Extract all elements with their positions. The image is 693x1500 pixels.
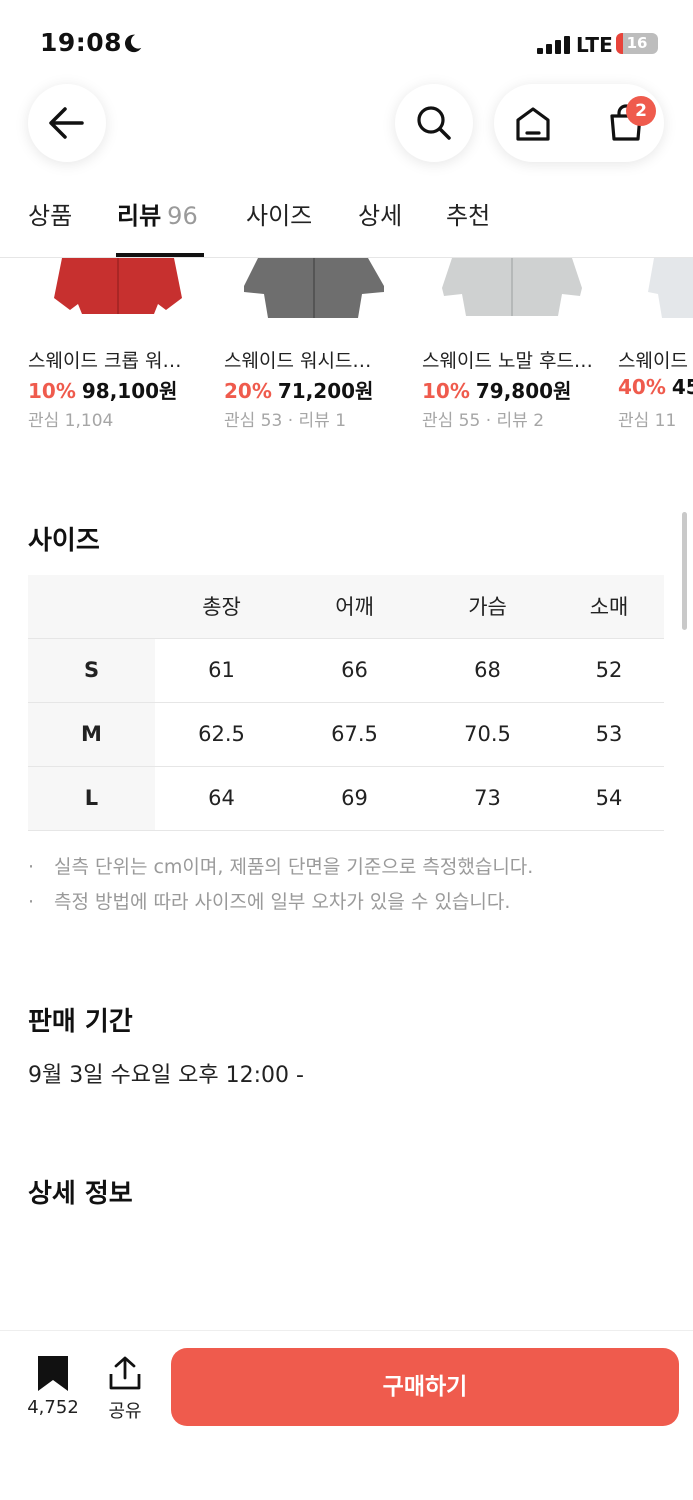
share-icon — [109, 1356, 141, 1390]
tab-size[interactable]: 사이즈 — [246, 196, 312, 231]
search-button[interactable] — [395, 84, 473, 162]
price-value: 98,100원 — [81, 379, 178, 403]
product-meta: 관심 53 · 리뷰 1 — [224, 411, 347, 431]
size-header-cell: 어깨 — [288, 575, 422, 638]
size-cell: 67.5 — [288, 701, 422, 766]
product-name: 스웨이드 워시드… — [224, 350, 372, 372]
product-name: 스웨이드 크롭 워… — [28, 350, 182, 372]
size-cell: 62.5 — [155, 701, 289, 766]
product-image — [442, 258, 582, 316]
network-type: LTE — [576, 33, 613, 57]
product-image — [54, 258, 182, 314]
size-cell: 64 — [155, 765, 289, 831]
cart-button[interactable] — [584, 84, 664, 162]
discount-rate: 40% — [618, 375, 666, 399]
product-image — [244, 258, 384, 318]
size-cell: 66 — [288, 637, 422, 702]
sale-period-value: 9월 3일 수요일 오후 12:00 - — [28, 1063, 304, 1088]
size-cell: 53 — [554, 701, 664, 766]
size-label: L — [28, 765, 155, 831]
status-bar: 19:08 LTE 16 — [0, 0, 693, 84]
moon-icon — [124, 34, 142, 53]
note-text: 측정 방법에 따라 사이즈에 일부 오차가 있을 수 있습니다. — [54, 891, 511, 913]
product-meta: 관심 1,104 — [28, 411, 114, 431]
size-cell: 73 — [421, 765, 555, 831]
discount-rate: 10% — [28, 379, 76, 403]
size-cell: 61 — [155, 637, 289, 702]
bullet: · — [28, 891, 35, 913]
tab-review[interactable]: 리뷰 96 — [117, 196, 198, 231]
tab-label: 사이즈 — [246, 202, 313, 230]
review-count: 96 — [167, 202, 198, 230]
note-text: 실측 단위는 cm이며, 제품의 단면을 기준으로 측정했습니다. — [54, 856, 534, 878]
size-cell: 54 — [554, 765, 664, 831]
table-row: L 64 69 73 54 — [28, 765, 664, 831]
tab-detail[interactable]: 상세 — [358, 196, 402, 231]
size-cell: 69 — [288, 765, 422, 831]
list-item: · 실측 단위는 cm이며, 제품의 단면을 기준으로 측정했습니다. — [28, 852, 533, 887]
tab-label: 상세 — [358, 202, 403, 230]
product-meta: 관심 11 — [618, 411, 677, 431]
share-label: 공유 — [108, 1401, 142, 1422]
tab-label: 추천 — [446, 202, 491, 230]
discount-rate: 10% — [422, 379, 470, 403]
bookmark-icon — [38, 1356, 68, 1391]
active-tab-indicator — [116, 253, 204, 257]
tab-product[interactable]: 상품 — [28, 196, 72, 231]
bookmark-count: 4,752 — [27, 1397, 79, 1418]
size-table-header: 총장 어깨 가슴 소매 — [28, 575, 664, 638]
list-item: · 측정 방법에 따라 사이즈에 일부 오차가 있을 수 있습니다. — [28, 887, 533, 922]
back-button[interactable] — [28, 84, 106, 162]
product-price: 10% 98,100원 — [28, 375, 177, 404]
size-notes: · 실측 단위는 cm이며, 제품의 단면을 기준으로 측정했습니다. · 측정 방… — [28, 852, 533, 922]
battery-icon: 16 — [616, 33, 658, 54]
status-time: 19:08 — [40, 28, 123, 57]
price-value: 71,200원 — [277, 379, 374, 403]
cart-count-badge: 2 — [626, 96, 656, 126]
price-value: 79,800원 — [475, 379, 572, 403]
size-section-title: 사이즈 — [28, 526, 100, 556]
product-price: 20% 71,200원 — [224, 375, 373, 404]
price-value: 45 — [671, 375, 693, 399]
size-label: M — [28, 701, 155, 766]
size-header-cell: 소매 — [554, 575, 664, 638]
detail-info-title: 상세 정보 — [28, 1179, 133, 1209]
size-cell: 52 — [554, 637, 664, 702]
bullet: · — [28, 856, 35, 878]
scrollbar[interactable] — [682, 512, 687, 630]
product-image — [648, 258, 693, 318]
table-row: S 61 66 68 52 — [28, 637, 664, 702]
tab-label: 상품 — [28, 202, 73, 230]
product-price: 10% 79,800원 — [422, 375, 571, 404]
sale-period-title: 판매 기간 — [28, 1007, 133, 1037]
battery-level: 16 — [626, 34, 648, 52]
arrow-left-icon — [49, 107, 84, 139]
product-meta: 관심 55 · 리뷰 2 — [422, 411, 545, 431]
search-icon — [417, 106, 451, 140]
product-name: 스웨이드 노말 후드… — [422, 350, 593, 372]
size-table: 총장 어깨 가슴 소매 S 61 66 68 52 M 62.5 67.5 70… — [28, 575, 664, 831]
size-header-cell: 가슴 — [421, 575, 555, 638]
home-icon — [516, 107, 550, 141]
size-cell: 70.5 — [421, 701, 555, 766]
home-button[interactable] — [494, 84, 574, 162]
product-name: 스웨이드 — [618, 350, 688, 372]
signal-bars-icon — [537, 36, 570, 54]
product-price: 40% 45 — [618, 375, 693, 399]
discount-rate: 20% — [224, 379, 272, 403]
size-label: S — [28, 637, 155, 702]
table-row: M 62.5 67.5 70.5 53 — [28, 701, 664, 766]
size-header-corner — [28, 575, 155, 638]
section-tabs: 상품 리뷰 96 사이즈 상세 추천 — [0, 196, 693, 258]
tab-label: 리뷰 — [117, 202, 162, 230]
buy-button[interactable]: 구매하기 — [171, 1348, 679, 1426]
tab-recommend[interactable]: 추천 — [446, 196, 490, 231]
size-header-cell: 총장 — [155, 575, 289, 638]
product-carousel: 스웨이드 크롭 워… 10% 98,100원 관심 1,104 스웨이드 워시드…… — [0, 258, 693, 438]
size-cell: 68 — [421, 637, 555, 702]
